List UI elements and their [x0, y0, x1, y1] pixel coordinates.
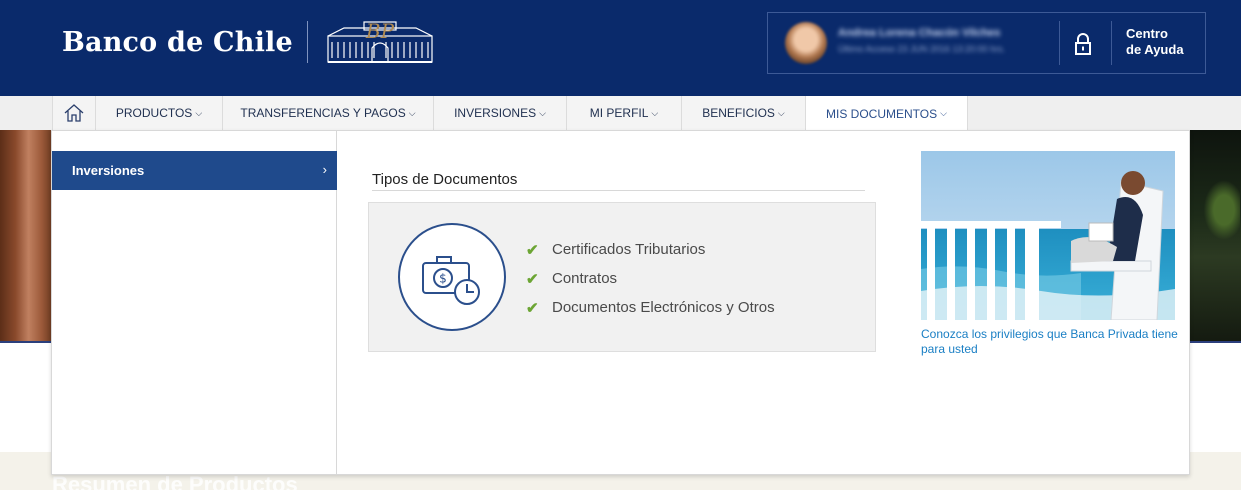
lock-icon	[1075, 33, 1091, 55]
site-header: Banco de Chile BP Andrea Lorena Chacón V…	[0, 0, 1241, 96]
background-photo-left	[0, 130, 52, 342]
nav-inversiones[interactable]: INVERSIONES ⌵	[434, 96, 567, 130]
nav-label: MIS DOCUMENTOS	[826, 106, 938, 121]
check-icon: ✔	[526, 241, 539, 259]
building-emblem-logo: BP	[327, 19, 433, 63]
check-icon: ✔	[526, 270, 539, 288]
logout-button[interactable]	[1068, 29, 1098, 59]
svg-text:$: $	[439, 272, 447, 286]
last-access: Último Acceso 23 JUN 2016 13:20:00 hrs.	[838, 44, 1006, 54]
nav-label: INVERSIONES	[454, 106, 537, 120]
promo-image[interactable]	[921, 151, 1175, 320]
chevron-down-icon: ⌵	[539, 107, 546, 118]
help-label-line1: Centro	[1126, 26, 1168, 41]
help-center-button[interactable]: Centro de Ayuda	[1126, 26, 1196, 58]
nav-label: PRODUCTOS	[115, 106, 193, 120]
chevron-down-icon: ⌵	[651, 107, 659, 118]
background-leaf	[1200, 175, 1240, 245]
list-item[interactable]: ✔ Certificados Tributarios	[526, 235, 775, 264]
nav-productos[interactable]: PRODUCTOS ⌵	[96, 96, 223, 130]
promo-photo	[921, 151, 1175, 320]
main-nav: PRODUCTOS ⌵ TRANSFERENCIAS Y PAGOS ⌵ INVER…	[0, 96, 1241, 131]
chevron-down-icon: ⌵	[408, 107, 416, 118]
sidebar-item-inversiones[interactable]: Inversiones ›	[52, 151, 337, 190]
nav-home[interactable]	[52, 96, 96, 130]
divider	[1111, 21, 1112, 65]
chevron-down-icon: ⌵	[940, 108, 947, 118]
list-item[interactable]: ✔ Contratos	[526, 264, 775, 293]
check-icon: ✔	[526, 299, 539, 317]
user-name: Andrea Lorena Chacón Vilches	[838, 27, 1001, 39]
brand-logo[interactable]: Banco de Chile BP	[62, 18, 436, 66]
svg-text:BP: BP	[365, 19, 395, 43]
user-panel: Andrea Lorena Chacón Vilches Último Acce…	[767, 12, 1206, 74]
promo-link[interactable]: Conozca los privilegios que Banca Privad…	[921, 327, 1181, 357]
dropdown-sidebar: Inversiones ›	[52, 131, 337, 474]
document-types-list: ✔ Certificados Tributarios ✔ Contratos ✔…	[526, 235, 775, 322]
documents-dropdown: Inversiones › Tipos de Documentos $ ✔ Ce…	[51, 130, 1190, 475]
nav-label: BENEFICIOS	[702, 106, 775, 120]
nav-mis-documentos[interactable]: MIS DOCUMENTOS ⌵	[806, 96, 968, 131]
nav-transferencias[interactable]: TRANSFERENCIAS Y PAGOS ⌵	[223, 96, 434, 130]
nav-beneficios[interactable]: BENEFICIOS ⌵	[682, 96, 806, 130]
brand-divider	[306, 21, 308, 63]
divider	[1059, 21, 1060, 65]
section-title: Tipos de Documentos	[372, 171, 865, 191]
chevron-down-icon: ⌵	[777, 107, 785, 118]
nav-mi-perfil[interactable]: MI PERFIL ⌵	[567, 96, 682, 130]
sidebar-item-label: Inversiones	[72, 163, 145, 178]
home-icon	[64, 104, 84, 122]
document-type-label: Documentos Electrónicos y Otros	[552, 299, 775, 316]
nav-label: TRANSFERENCIAS Y PAGOS	[240, 106, 406, 120]
help-label-line2: de Ayuda	[1126, 42, 1184, 57]
chevron-down-icon: ⌵	[195, 107, 203, 118]
document-type-label: Contratos	[552, 270, 618, 287]
chevron-right-icon: ›	[322, 162, 327, 177]
avatar[interactable]	[785, 22, 827, 64]
document-type-label: Certificados Tributarios	[552, 241, 706, 258]
list-item[interactable]: ✔ Documentos Electrónicos y Otros	[526, 293, 775, 322]
nav-label: MI PERFIL	[589, 106, 649, 120]
money-clock-icon: $	[398, 223, 506, 331]
document-types-box: $ ✔ Certificados Tributarios ✔ Contratos…	[368, 202, 876, 352]
brand-name: Banco de Chile	[62, 26, 293, 58]
